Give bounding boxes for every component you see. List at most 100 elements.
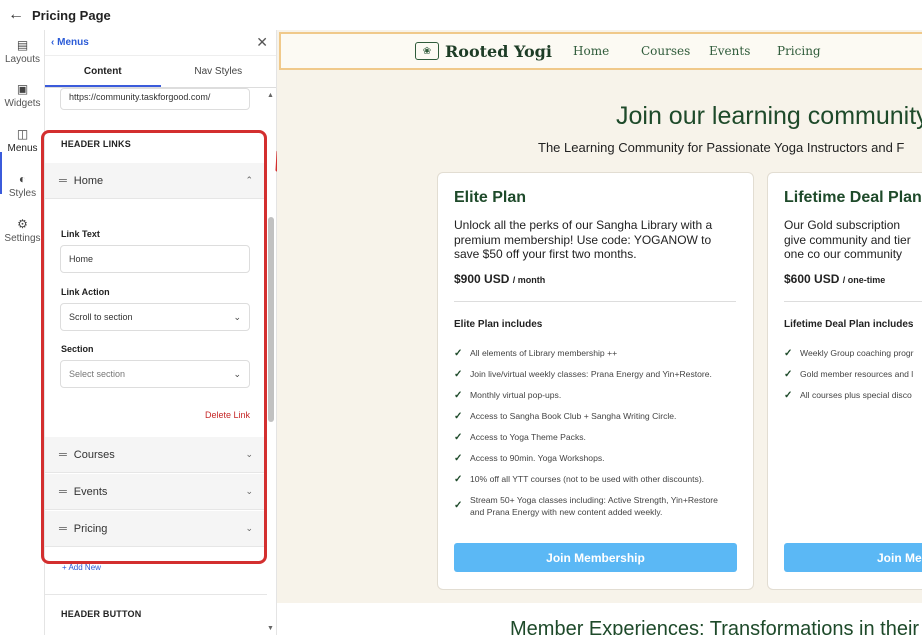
delete-link-button[interactable]: Delete Link [205,410,250,420]
feature-item: ✓ All courses plus special disco [784,390,922,402]
link-item-label: Home [73,174,104,187]
card-title: Lifetime Deal Plan [784,189,922,206]
palette-icon: ◐ [18,172,27,186]
back-arrow-icon[interactable]: ← [0,6,32,24]
price-amount: $600 USD [784,272,840,286]
drag-handle-icon[interactable]: ═ [59,175,67,187]
rail-label-layouts: Layouts [4,54,41,65]
link-text-input[interactable]: Home [60,245,250,273]
link-action-label: Link Action [61,287,110,297]
rail-label-settings: Settings [4,233,41,244]
link-action-select[interactable]: Scroll to section ⌄ [60,303,250,331]
rail-item-layouts[interactable]: ▤ Layouts [0,38,45,65]
site-nav-events[interactable]: Events [709,44,750,58]
feature-text: Weekly Group coaching progr [800,348,914,358]
section-placeholder: Select section [69,369,126,379]
panel-tabs: Content Nav Styles [45,56,276,88]
scroll-up-icon[interactable]: ▲ [267,92,274,99]
scroll-down-icon[interactable]: ▼ [267,625,274,632]
link-item-courses[interactable]: ═ Courses ⌄ [45,437,267,473]
hero-title: Join our learning community [616,102,922,130]
community-url-input[interactable]: https://community.taskforgood.com/ [60,88,250,110]
link-item-label: Courses [73,448,115,461]
feature-text: Access to 90min. Yoga Workshops. [470,453,605,463]
card-includes-title: Elite Plan includes [454,319,543,330]
price-amount: $900 USD [454,272,510,286]
widgets-icon: ▣ [16,82,29,96]
chevron-down-icon: ⌄ [233,368,241,379]
rail-item-menus[interactable]: ◫ Menus [0,127,45,154]
feature-text: Monthly virtual pop-ups. [470,390,562,400]
pricing-card-elite: Elite Plan Unlock all the perks of our S… [437,172,754,590]
card-title: Elite Plan [454,189,527,206]
lotus-icon: ❀ [415,42,439,60]
testimonials-title: Member Experiences: Transformations in t… [510,618,920,635]
feature-text: Access to Sangha Book Club + Sangha Writ… [470,411,677,421]
link-text-value: Home [69,254,94,264]
drag-handle-icon[interactable]: ═ [59,486,67,498]
link-item-pricing[interactable]: ═ Pricing ⌄ [45,511,267,547]
check-icon: ✓ [454,348,463,359]
check-icon: ✓ [454,369,463,380]
card-includes-title: Lifetime Deal Plan includes [784,319,914,330]
feature-item: ✓ Stream 50+ Yoga classes including: Acti… [454,495,724,518]
rail-label-styles: Styles [8,188,37,199]
price-period: / one-time [842,275,886,285]
card-price: $600 USD / one-time [784,272,885,286]
rail-item-settings[interactable]: ⚙ Settings [0,217,45,244]
site-logo[interactable]: ❀ Rooted Yogi [415,42,552,61]
drag-handle-icon[interactable]: ═ [59,523,67,535]
chevron-down-icon[interactable]: ⌄ [245,486,253,497]
feature-item: ✓ 10% off all YTT courses (not to be used… [454,474,739,486]
rail-label-menus: Menus [7,143,38,154]
feature-item: ✓ Gold member resources and l [784,369,922,381]
feature-item: ✓ Weekly Group coaching progr [784,348,922,360]
layouts-icon: ▤ [16,38,29,52]
feature-text: 10% off all YTT courses (not to be used … [470,474,705,484]
link-item-home[interactable]: ═ Home ⌃ [45,163,267,199]
section-label: Section [61,344,94,354]
chevron-up-icon[interactable]: ⌃ [245,175,253,186]
rail-label-widgets: Widgets [4,98,41,109]
feature-text: All elements of Library membership ++ [470,348,618,358]
card-description: Unlock all the perks of our Sangha Libra… [454,218,713,261]
check-icon: ✓ [454,500,463,511]
tab-nav-styles[interactable]: Nav Styles [161,56,277,87]
join-membership-button[interactable]: Join Me [784,543,922,572]
feature-item: ✓ Access to Sangha Book Club + Sangha Wri… [454,411,739,423]
header-button-title: HEADER BUTTON [61,609,142,619]
feature-text: Join live/virtual weekly classes: Prana … [470,369,712,379]
rail-item-styles[interactable]: ◐ Styles [0,172,45,199]
scrollbar-thumb[interactable] [268,217,274,422]
site-nav-pricing[interactable]: Pricing [777,44,821,58]
check-icon: ✓ [454,453,463,464]
site-nav-home[interactable]: Home [573,44,609,58]
feature-item: ✓ Access to 90min. Yoga Workshops. [454,453,739,465]
chevron-down-icon: ⌄ [233,311,241,322]
price-period: / month [512,275,546,285]
link-item-label: Events [73,485,108,498]
link-item-events[interactable]: ═ Events ⌄ [45,474,267,510]
close-icon[interactable]: ✕ [256,34,268,51]
header-links-title: HEADER LINKS [61,139,131,149]
drag-handle-icon[interactable]: ═ [59,449,67,461]
menus-icon: ◫ [16,127,29,141]
feature-item: ✓ Monthly virtual pop-ups. [454,390,739,402]
site-nav-courses[interactable]: Courses [641,44,690,58]
check-icon: ✓ [454,474,463,485]
top-bar: ← Pricing Page [0,0,922,30]
check-icon: ✓ [784,390,793,401]
site-header[interactable]: ❀ Rooted Yogi Home Courses Events Pricin… [279,32,922,70]
rail-item-widgets[interactable]: ▣ Widgets [0,82,45,109]
feature-text: Access to Yoga Theme Packs. [470,432,586,442]
section-select[interactable]: Select section ⌄ [60,360,250,388]
divider [45,594,267,595]
join-membership-button[interactable]: Join Membership [454,543,737,572]
link-item-label: Pricing [73,522,108,535]
menus-back-link[interactable]: ‹ Menus [51,37,89,48]
feature-text: Gold member resources and l [800,369,914,379]
chevron-down-icon[interactable]: ⌄ [245,523,253,534]
add-new-link-button[interactable]: + Add New [62,563,101,572]
chevron-down-icon[interactable]: ⌄ [245,449,253,460]
tab-content[interactable]: Content [45,56,161,87]
